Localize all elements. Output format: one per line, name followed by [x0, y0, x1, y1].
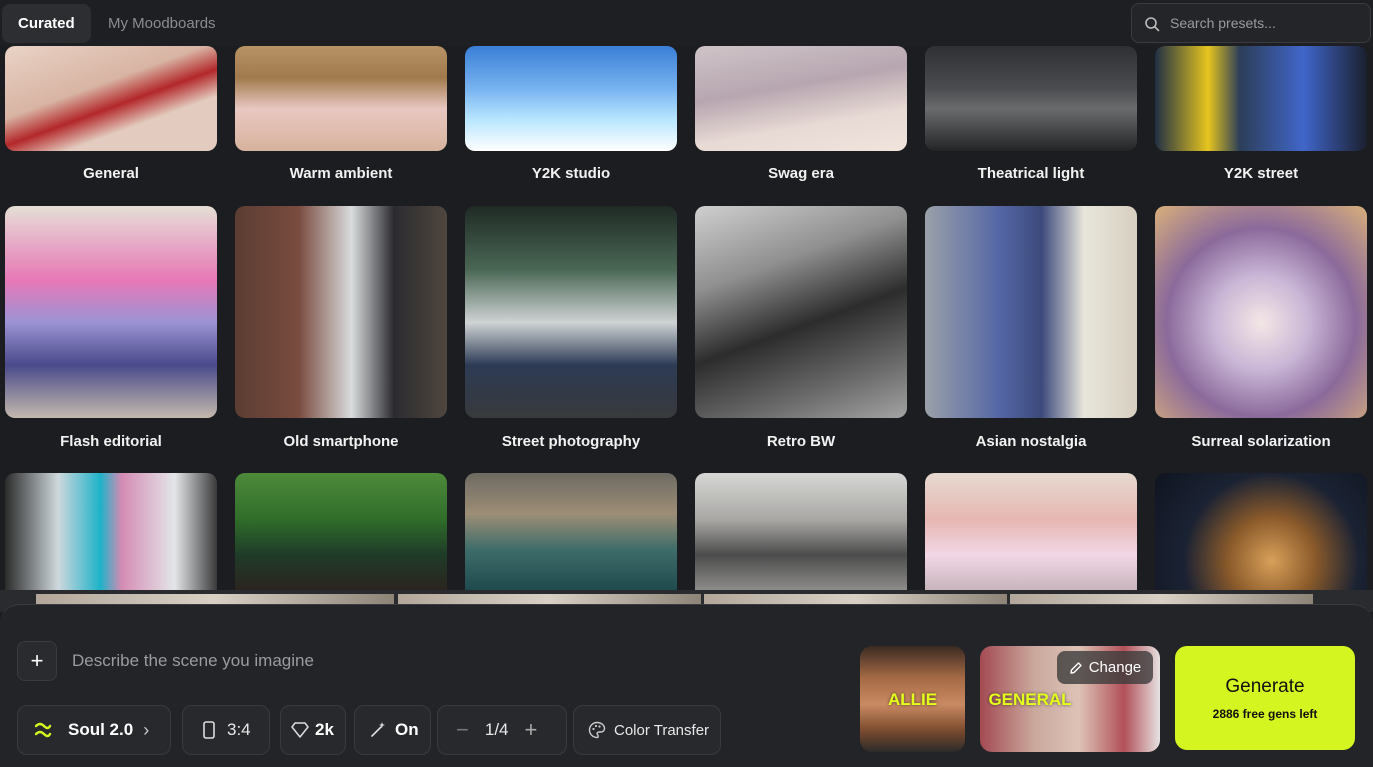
batch-count-stepper: − 1/4 + [437, 705, 567, 755]
selected-preset-label: GENERAL [988, 690, 1072, 709]
model-selector-button[interactable]: Soul 2.0 › [17, 705, 171, 755]
plus-icon[interactable]: + [525, 717, 538, 743]
preset-label: Warm ambient [289, 165, 393, 182]
add-reference-button[interactable]: + [17, 641, 57, 681]
free-gens-count: 2886 free gens left [1212, 707, 1318, 721]
preset-thumbnail [235, 46, 447, 151]
preset-thumbnail [695, 206, 907, 418]
generate-label: Generate [1225, 676, 1305, 697]
magic-wand-icon [371, 722, 385, 737]
search-input[interactable] [1170, 4, 1366, 42]
preset-thumbnail [465, 46, 677, 151]
aspect-ratio-button[interactable]: 3:4 [182, 705, 270, 755]
minus-icon[interactable]: − [456, 717, 469, 743]
preset-thumbnail [5, 206, 217, 418]
color-transfer-label: Color Transfer [614, 721, 710, 739]
portrait-frame-icon [203, 721, 215, 739]
batch-count-value: 1/4 [484, 720, 509, 739]
change-preset-button[interactable]: Change [1057, 651, 1153, 684]
search-box[interactable] [1131, 3, 1371, 43]
palette-icon [588, 721, 606, 739]
prompt-composer: + Soul 2.0 › 3:4 2k On − 1/4 + Color Tra… [0, 604, 1373, 767]
preset-thumbnail [1155, 473, 1367, 590]
character-label: ALLIE [887, 690, 938, 709]
preset-thumbnail [925, 206, 1137, 418]
preset-thumbnail [465, 206, 677, 418]
prompt-input[interactable] [72, 643, 772, 679]
preset-label: Asian nostalgia [975, 433, 1087, 450]
preset-thumbnail [925, 473, 1137, 590]
color-transfer-button[interactable]: Color Transfer [573, 705, 721, 755]
soul-logo-icon [34, 722, 52, 738]
enhance-value: On [395, 720, 419, 739]
preset-grid: General Warm ambient Y2K studio Swag era… [0, 0, 1373, 590]
preset-label: General [83, 165, 139, 182]
character-thumbnail[interactable]: ALLIE [860, 646, 965, 752]
tab-curated[interactable]: Curated [2, 4, 91, 43]
resolution-value: 2k [315, 720, 334, 739]
aspect-ratio-value: 3:4 [227, 720, 251, 739]
plus-icon: + [30, 648, 44, 673]
preset-label: Surreal solarization [1191, 433, 1331, 450]
resolution-button[interactable]: 2k [280, 705, 346, 755]
preset-label: Retro BW [766, 433, 836, 450]
preset-thumbnail [925, 46, 1137, 151]
preset-thumbnail [235, 473, 447, 590]
preset-label: Theatrical light [977, 165, 1085, 182]
preset-thumbnail [1155, 206, 1367, 418]
preset-thumbnail [695, 473, 907, 590]
preset-thumbnail [695, 46, 907, 151]
chevron-right-icon: › [143, 719, 150, 740]
preset-label: Y2K street [1223, 165, 1299, 182]
preset-thumbnail [465, 473, 677, 590]
preset-thumbnail [235, 206, 447, 418]
change-label: Change [1088, 659, 1142, 676]
preset-label: Flash editorial [60, 433, 162, 450]
preset-thumbnail [5, 473, 217, 590]
preset-thumbnail [1155, 46, 1367, 151]
diamond-icon [291, 722, 309, 738]
preset-label: Y2K studio [531, 165, 611, 182]
preset-label: Street photography [501, 433, 641, 450]
pencil-icon [1070, 661, 1082, 674]
preset-label: Swag era [768, 165, 834, 182]
preset-label: Old smartphone [283, 433, 399, 450]
tab-my-moodboards[interactable]: My Moodboards [92, 4, 232, 43]
enhance-toggle-button[interactable]: On [354, 705, 431, 755]
generate-button[interactable]: Generate 2886 free gens left [1175, 646, 1355, 750]
model-label: Soul 2.0 [68, 720, 134, 739]
preset-thumbnail [5, 46, 217, 151]
top-bar: Curated My Moodboards [0, 0, 1373, 46]
search-icon [1145, 17, 1160, 32]
app-root: General Warm ambient Y2K studio Swag era… [0, 0, 1373, 767]
